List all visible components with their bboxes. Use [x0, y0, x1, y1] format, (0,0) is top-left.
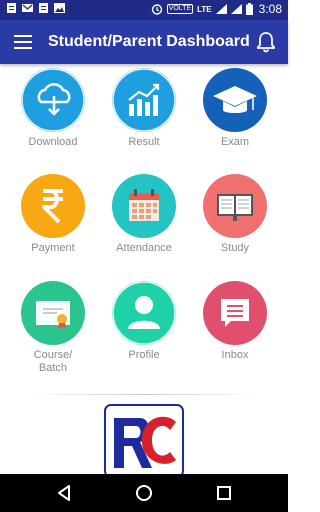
tile-label: Inbox: [221, 349, 249, 361]
course-circle[interactable]: [21, 281, 85, 345]
status-notifications: [6, 3, 65, 13]
profile-circle[interactable]: [112, 281, 176, 345]
download-circle[interactable]: [21, 68, 85, 132]
notes-icon: [7, 3, 16, 13]
tile-attendance[interactable]: Attendance: [99, 174, 189, 255]
alarm-icon: [151, 4, 162, 15]
back-icon[interactable]: [55, 484, 73, 502]
battery-icon: [245, 3, 253, 15]
calendar-icon: [129, 189, 159, 221]
gmail-icon: [22, 4, 33, 12]
page-title: Student/Parent Dashboard: [48, 33, 250, 50]
tile-download[interactable]: Download: [8, 68, 98, 149]
message-icon: [221, 299, 249, 327]
study-circle[interactable]: [203, 174, 267, 238]
bar-chart-icon: [112, 68, 176, 132]
result-circle[interactable]: [112, 68, 176, 132]
rupee-icon: [42, 189, 63, 224]
app-bar: Student/Parent Dashboard: [0, 20, 288, 64]
tile-inbox[interactable]: Inbox: [190, 281, 280, 362]
bell-icon[interactable]: [256, 31, 276, 53]
signal-icon: [230, 4, 242, 14]
notes-icon: [39, 3, 48, 13]
hamburger-menu-icon[interactable]: [14, 34, 32, 50]
certificate-icon: [36, 301, 70, 329]
tile-exam[interactable]: Exam: [190, 68, 280, 149]
tile-label: Attendance: [116, 242, 172, 254]
system-nav-bar: [0, 474, 288, 512]
tile-label: Download: [28, 136, 78, 148]
tile-label: Result: [128, 136, 160, 148]
status-bar: VOLTE LTE 3:08: [0, 0, 288, 20]
payment-circle[interactable]: [21, 174, 85, 238]
image-icon: [54, 3, 65, 13]
tile-result[interactable]: Result: [99, 68, 189, 149]
divider: [30, 394, 258, 395]
tile-profile[interactable]: Profile: [99, 281, 189, 362]
tile-label: Payment: [31, 242, 75, 254]
cloud-download-icon: [21, 68, 85, 132]
rc-logo: [104, 404, 184, 474]
wifi-icon: [215, 4, 227, 14]
inbox-circle[interactable]: [203, 281, 267, 345]
graduation-cap-icon: [213, 86, 257, 113]
clock: 3:08: [258, 2, 282, 16]
status-system: VOLTE LTE 3:08: [151, 2, 282, 16]
book-icon: [217, 194, 253, 221]
tile-label: Profile: [128, 349, 160, 361]
attendance-circle[interactable]: [112, 174, 176, 238]
home-icon[interactable]: [135, 484, 153, 502]
tile-study[interactable]: Study: [190, 174, 280, 255]
tile-label: Course/ Batch: [33, 349, 73, 374]
exam-circle[interactable]: [203, 68, 267, 132]
tile-label: Study: [220, 242, 250, 254]
volte-indicator: VOLTE: [166, 4, 194, 14]
user-icon: [112, 281, 176, 345]
network-type: LTE: [197, 4, 212, 14]
tile-payment[interactable]: Payment: [8, 174, 98, 255]
tile-course-batch[interactable]: Course/ Batch: [8, 281, 98, 375]
tile-label: Exam: [220, 136, 250, 148]
recents-icon[interactable]: [215, 484, 233, 502]
